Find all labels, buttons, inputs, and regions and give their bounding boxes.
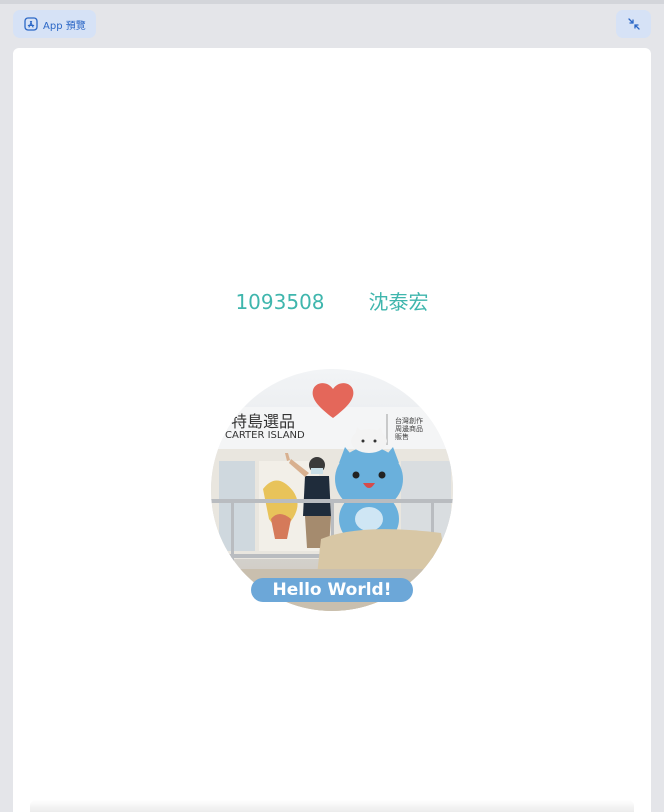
heart-icon (312, 383, 354, 418)
sign-english: CARTER ISLAND (225, 430, 305, 441)
student-id-text: 1093508 (235, 290, 325, 314)
student-name-text: 沈泰宏 (368, 290, 429, 314)
side-sign-line-2: 周邊商品 (395, 424, 423, 433)
collapse-button[interactable] (616, 10, 651, 38)
side-sign-line-1: 台灣創作 (395, 416, 423, 425)
app-preview-label: App 預覽 (43, 20, 86, 32)
caption-text: Hello World! (272, 580, 392, 600)
window-top-edge (0, 0, 664, 4)
sign-chinese: 卡特島選品 (215, 412, 295, 431)
collapse-arrows-icon (627, 18, 640, 30)
side-sign-line-3: 販售 (395, 432, 409, 441)
identity-row: 1093508 沈泰宏 (0, 288, 664, 318)
bottom-sheet-edge (30, 800, 634, 812)
app-preview-button[interactable]: App 預覽 (13, 10, 96, 38)
photo-caption: Hello World! (251, 578, 413, 602)
app-store-icon (24, 17, 38, 31)
